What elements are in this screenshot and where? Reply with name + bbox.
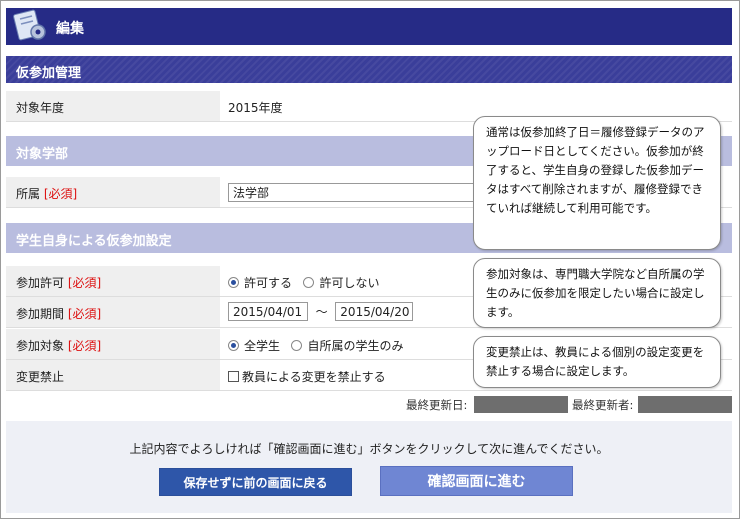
tooltip-target: 参加対象は、専門職大学院など自所属の学生のみに仮参加を限定したい場合に設定します…	[473, 258, 721, 328]
redacted-updater	[638, 396, 732, 413]
change-lock-checkbox[interactable]	[228, 371, 239, 382]
radio-deny-label: 許可しない	[319, 276, 380, 290]
change-lock-label: 変更禁止	[6, 360, 220, 390]
period-end-field[interactable]: 2015/04/20	[335, 302, 414, 321]
last-updater-label: 最終更新者:	[572, 398, 634, 412]
period-start-field[interactable]: 2015/04/01	[228, 302, 308, 321]
last-updated-label: 最終更新日:	[406, 398, 468, 412]
radio-all-students-label: 全学生	[244, 339, 281, 353]
affiliation-field[interactable]: 法学部	[228, 183, 478, 202]
period-label: 参加期間 [必須]	[6, 297, 220, 327]
target-label: 参加対象 [必須]	[6, 329, 220, 359]
required-mark: [必須]	[43, 187, 78, 201]
permission-label: 参加許可 [必須]	[6, 266, 220, 296]
period-separator: ～	[315, 305, 328, 319]
footer-panel: 上記内容でよろしければ「確認画面に進む」ボタンをクリックして次に進んでください。…	[6, 421, 732, 513]
footer-note: 上記内容でよろしければ「確認画面に進む」ボタンをクリックして次に進んでください。	[129, 442, 609, 456]
radio-allow-label: 許可する	[244, 276, 293, 290]
year-label: 対象年度	[6, 91, 220, 121]
change-lock-checkbox-label: 教員による変更を禁止する	[242, 370, 386, 384]
radio-allow[interactable]	[228, 277, 239, 288]
affiliation-label: 所属 [必須]	[6, 177, 220, 207]
gear-document-icon	[13, 9, 46, 41]
tooltip-end-date: 通常は仮参加終了日＝履修登録データのアップロード日としてください。仮参加が終了す…	[473, 116, 721, 250]
year-value: 2015年度	[228, 101, 283, 115]
page-title: 編集	[56, 21, 84, 37]
confirm-button[interactable]: 確認画面に進む	[380, 466, 573, 496]
redacted-updated-date	[474, 396, 568, 413]
page-header: 編集	[6, 8, 732, 45]
section-provisional: 仮参加管理	[6, 56, 732, 83]
radio-own-students[interactable]	[291, 340, 303, 351]
radio-all-students[interactable]	[228, 340, 239, 351]
radio-deny[interactable]	[303, 277, 315, 288]
radio-own-students-label: 自所属の学生のみ	[307, 339, 404, 353]
back-button[interactable]: 保存せずに前の画面に戻る	[159, 468, 352, 496]
tooltip-change-lock: 変更禁止は、教員による個別の設定変更を禁止する場合に設定します。	[473, 336, 721, 388]
